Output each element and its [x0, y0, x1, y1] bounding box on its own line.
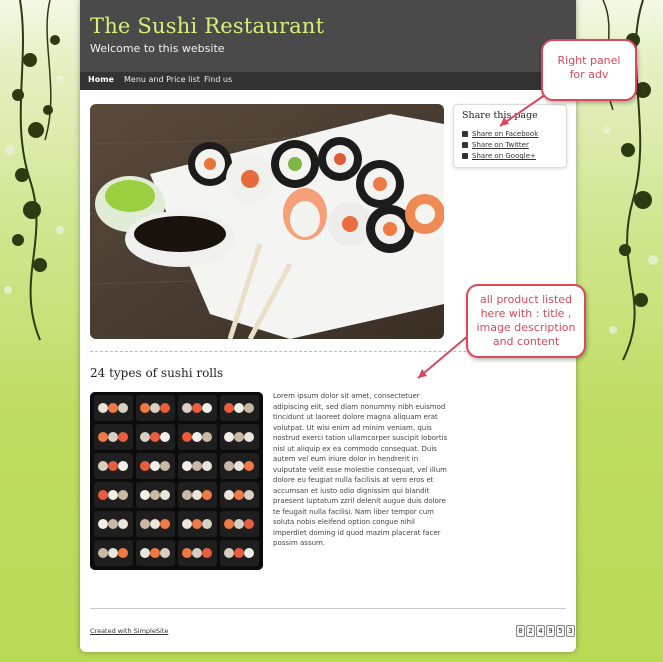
counter-digit: 0 [516, 625, 525, 637]
facebook-icon [462, 131, 468, 137]
annotation-line: for adv [569, 68, 609, 81]
section-title: 24 types of sushi rolls [90, 366, 224, 380]
share-facebook-link[interactable]: Share on Facebook [472, 130, 538, 138]
share-panel-title: Share this page [462, 110, 538, 121]
annotation-products: all product listed here with : title , i… [466, 284, 586, 358]
counter-digit: 3 [566, 625, 575, 637]
share-google-plus[interactable]: Share on Google+ [462, 151, 536, 161]
site-tagline: Welcome to this website [90, 42, 225, 55]
annotation-line: image description [476, 321, 576, 334]
vine-decoration-left [4, 0, 64, 341]
share-twitter-link[interactable]: Share on Twitter [472, 141, 529, 149]
product-description: Lorem ipsum dolor sit amet, consectetuer… [273, 392, 448, 547]
counter-digit: 2 [526, 625, 535, 637]
share-facebook[interactable]: Share on Facebook [462, 129, 538, 139]
visitor-counter: 0 2 4 9 5 3 [516, 625, 575, 637]
hero-image [90, 104, 444, 339]
annotation-line: here with : title , [480, 307, 572, 320]
nav-item-home[interactable]: Home [88, 75, 114, 84]
counter-digit: 5 [556, 625, 565, 637]
share-twitter[interactable]: Share on Twitter [462, 140, 529, 150]
site-title[interactable]: The Sushi Restaurant [90, 14, 324, 38]
google-plus-icon [462, 153, 468, 159]
twitter-icon [462, 142, 468, 148]
annotation-line: all product listed [479, 293, 573, 306]
annotation-line: Right panel [557, 54, 621, 67]
footer-divider [90, 608, 566, 609]
site-header: The Sushi Restaurant Welcome to this web… [80, 0, 576, 72]
annotation-line: and content [492, 335, 560, 348]
counter-digit: 9 [546, 625, 555, 637]
nav-item-menu-and-price-list[interactable]: Menu and Price list [124, 75, 200, 84]
nav-item-find-us[interactable]: Find us [204, 75, 232, 84]
share-google-plus-link[interactable]: Share on Google+ [472, 152, 536, 160]
annotation-right-panel: Right panel for adv [541, 39, 637, 101]
counter-digit: 4 [536, 625, 545, 637]
sushi-rolls-grid-image [90, 392, 263, 570]
share-panel: Share this page Share on Facebook Share … [453, 104, 567, 168]
footer-credit-link[interactable]: Created with SimpleSite [90, 627, 168, 635]
main-nav: Home Menu and Price list Find us [80, 72, 576, 90]
